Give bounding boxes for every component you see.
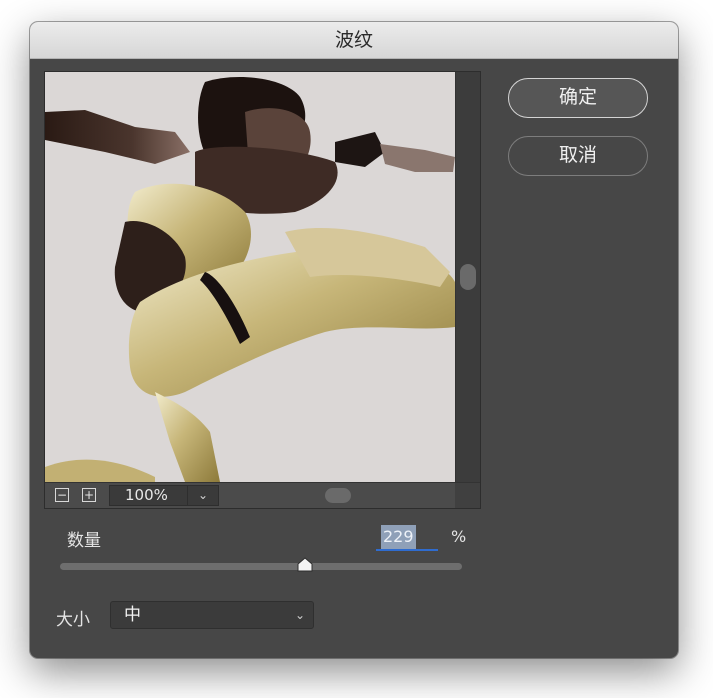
dialog-title: 波纹 xyxy=(30,22,678,59)
zoom-level-field[interactable]: 100% ⌄ xyxy=(109,485,219,506)
preview-panel: − + 100% ⌄ xyxy=(44,71,481,509)
amount-slider-track[interactable] xyxy=(60,563,462,570)
ripple-dialog: 波纹 − + 100% ⌄ 确定 取消 数量 229 % 大小 中 ⌄ xyxy=(30,22,678,658)
amount-label: 数量 xyxy=(67,531,101,551)
preview-footer: − + 100% ⌄ xyxy=(45,482,480,508)
amount-slider-thumb[interactable] xyxy=(297,557,313,572)
zoom-level-value: 100% xyxy=(125,486,168,504)
cancel-button[interactable]: 取消 xyxy=(508,136,648,176)
zoom-out-button[interactable]: − xyxy=(55,488,69,502)
size-select[interactable]: 中 ⌄ xyxy=(110,601,314,629)
amount-unit: % xyxy=(451,527,467,546)
amount-input[interactable]: 229 xyxy=(376,525,438,551)
preview-image[interactable] xyxy=(45,72,455,482)
chevron-down-icon: ⌄ xyxy=(294,608,305,622)
vertical-scroll-thumb[interactable] xyxy=(460,264,476,290)
zoom-in-button[interactable]: + xyxy=(82,488,96,502)
vertical-scrollbar[interactable] xyxy=(455,72,480,482)
size-label: 大小 xyxy=(56,610,90,630)
scroll-corner xyxy=(455,483,480,508)
amount-value: 229 xyxy=(381,525,416,549)
horizontal-scroll-thumb[interactable] xyxy=(325,488,351,503)
size-selected-value: 中 xyxy=(124,605,141,625)
chevron-down-icon[interactable]: ⌄ xyxy=(187,486,218,505)
ok-button[interactable]: 确定 xyxy=(508,78,648,118)
